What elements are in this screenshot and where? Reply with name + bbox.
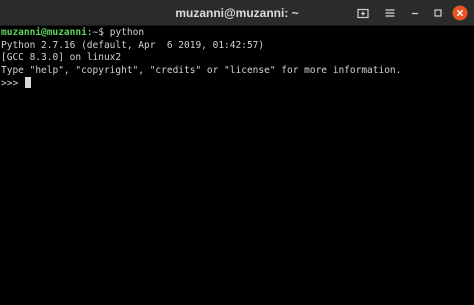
- terminal-window: muzanni@muzanni: ~ muzanni@muzanni:~$ py…: [0, 0, 474, 305]
- new-tab-icon: [357, 8, 369, 19]
- repl-prompt-line: >>>: [1, 77, 474, 90]
- text-cursor: [24, 77, 31, 88]
- new-tab-button[interactable]: [354, 4, 372, 22]
- repl-prompt: >>>: [1, 78, 24, 89]
- close-icon: [452, 5, 468, 21]
- title-bar[interactable]: muzanni@muzanni: ~: [0, 0, 474, 26]
- output-line: Type "help", "copyright", "credits" or "…: [1, 64, 402, 76]
- minimize-button[interactable]: [406, 4, 424, 22]
- hamburger-menu-icon: [385, 9, 395, 17]
- output-line: [GCC 8.3.0] on linux2: [1, 52, 122, 63]
- maximize-button[interactable]: [429, 4, 447, 22]
- output-line: Python 2.7.16 (default, Apr 6 2019, 01:4…: [1, 39, 265, 51]
- maximize-icon: [434, 9, 442, 17]
- close-button[interactable]: [451, 4, 469, 22]
- terminal-content[interactable]: muzanni@muzanni:~$ python Python 2.7.16 …: [0, 26, 474, 305]
- command-text: python: [109, 27, 145, 38]
- prompt-symbol: $: [98, 27, 110, 38]
- window-title: muzanni@muzanni: ~: [175, 6, 299, 20]
- menu-button[interactable]: [381, 4, 399, 22]
- prompt-user-host: muzanni@muzanni: [1, 27, 87, 38]
- minimize-icon: [412, 12, 418, 15]
- command-line: muzanni@muzanni:~$ python: [1, 27, 474, 40]
